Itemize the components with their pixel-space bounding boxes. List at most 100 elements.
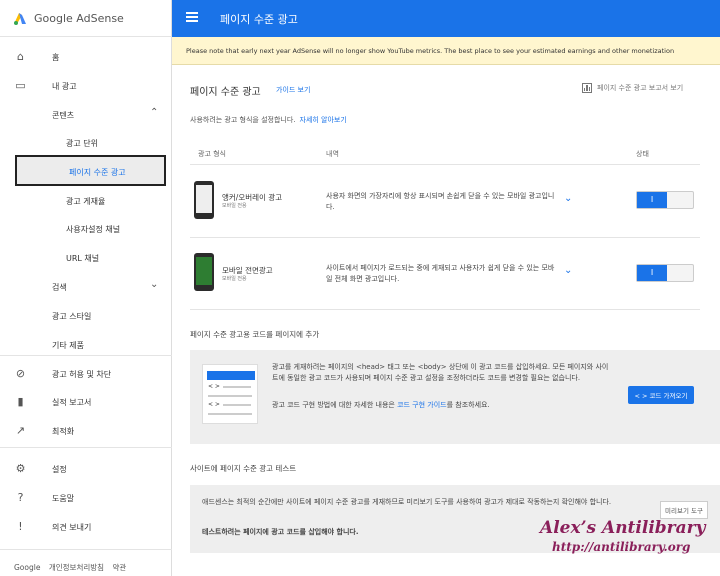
sidebar-footer: Google 개인정보처리방침 약관 [14,562,132,573]
illustration-line [208,395,252,397]
sidebar-item-feedback[interactable]: ! 의견 보내기 [0,516,172,536]
section-title: 페이지 수준 광고 [190,87,261,98]
sidebar-item-home[interactable]: ⌂ 홈 [0,46,172,66]
sidebar-item-label: 실적 보고서 [52,398,92,407]
code-guide-text-a: 광고 코드 구현 방법에 대한 자세한 내용은 [272,401,398,409]
sidebar-item-label: 광고 허용 및 차단 [52,370,112,379]
row-description: 사용자 화면의 가장자리에 항상 표시되며 손쉽게 닫을 수 있는 모바일 광고… [326,192,555,211]
expand-chevron-icon[interactable]: ⌄ [564,193,572,204]
chevron-down-icon: ⌄ [150,279,159,290]
sidebar-item-my-ads[interactable]: ▭ 내 광고 [0,75,172,95]
sidebar: Google AdSense ⌂ 홈 ▭ 내 광고 콘텐츠 ⌃ 광고 단위 페이… [0,0,172,576]
section-subtitle: 사용하려는 광고 형식을 설정합니다. 자세히 알아보기 [190,115,347,125]
sidebar-item-label: 설정 [52,465,67,474]
illustration-line [223,386,251,388]
code-guide-text-b: 를 참조하세요. [446,401,490,409]
home-icon: ⌂ [17,50,24,63]
get-code-button-label: < > 코드 가져오기 [634,392,688,400]
test-section-heading: 사이트에 페이지 수준 광고 테스트 [190,464,297,473]
anchor-ad-toggle[interactable]: I [636,191,694,209]
notice-text: Please note that early next year AdSense… [186,47,675,55]
illustration-line [208,413,252,415]
table-divider [190,164,700,165]
adsense-logo[interactable]: Google AdSense [12,8,124,28]
expand-chevron-icon[interactable]: ⌄ [564,265,572,276]
ad-units-icon: ▭ [15,79,26,92]
chevron-up-icon: ⌃ [150,107,159,118]
logo-text: Google AdSense [34,11,124,25]
table-divider [190,237,700,238]
sidebar-item-other-products[interactable]: 기타 제품 [0,334,172,354]
block-icon: ⊘ [15,367,26,380]
sidebar-item-custom-channels[interactable]: 사용자설정 채널 [0,218,172,238]
sidebar-item-reports[interactable]: ▮ 실적 보고서 [0,391,172,411]
bar-chart-icon: ▮ [17,395,24,408]
sidebar-item-help[interactable]: ? 도움말 [0,487,172,507]
code-guide-text: 광고 코드 구현 방법에 대한 자세한 내용은 코드 구현 가이드를 참조하세요… [272,400,612,411]
sidebar-item-label: 사용자설정 채널 [66,225,121,234]
watermark-url: http://antilibrary.org [552,540,691,554]
help-icon: ? [17,491,24,504]
adsense-logo-icon [14,13,26,25]
sidebar-divider [0,36,172,37]
code-illustration: < > < > [202,364,258,424]
sidebar-item-search[interactable]: 검색 ⌄ [0,276,172,296]
sidebar-item-settings[interactable]: ⚙ 설정 [0,458,172,478]
watermark: Alex’s Antilibrary http://antilibrary.or… [540,518,705,554]
sidebar-item-allow-block[interactable]: ⊘ 광고 허용 및 차단 [0,363,172,383]
footer-google: Google [14,563,41,572]
preview-tool-button[interactable]: 미리보기 도구 [660,501,708,519]
page-title: 페이지 수준 광고 [220,13,298,26]
column-header-status: 상태 [636,150,649,158]
sidebar-item-label: URL 채널 [66,254,100,263]
row-description: 사이트에서 페이지가 로드되는 중에 게재되고 사용자가 쉽게 닫을 수 있는 … [326,264,555,283]
subtitle-text: 사용하려는 광고 형식을 설정합니다. [190,116,296,124]
sidebar-item-ad-style[interactable]: 광고 스타일 [0,305,172,325]
sidebar-divider [0,549,172,550]
sidebar-divider [0,447,172,448]
report-link[interactable]: 페이지 수준 광고 보고서 보기 [582,83,683,93]
table-divider [190,309,700,310]
footer-terms-link[interactable]: 약관 [112,563,126,572]
notice-banner: Please note that early next year AdSense… [172,37,720,65]
sidebar-item-label: 의견 보내기 [52,523,92,532]
main-content: 페이지 수준 광고 가이드 보기 페이지 수준 광고 보고서 보기 사용하려는 … [172,65,720,576]
report-icon [582,83,592,93]
gear-icon: ⚙ [15,462,26,475]
report-link-label: 페이지 수준 광고 보고서 보기 [597,84,684,92]
top-app-bar: 페이지 수준 광고 [172,0,720,37]
code-guide-link[interactable]: 코드 구현 가이드 [397,401,447,409]
sidebar-item-label: 광고 스타일 [52,312,92,321]
sidebar-item-label: 광고 단위 [66,139,98,148]
sidebar-item-label: 콘텐츠 [52,111,75,120]
row-subtitle: 모바일 전용 [222,276,247,282]
footer-privacy-link[interactable]: 개인정보처리방침 [49,563,104,572]
code-section-heading: 페이지 수준 광고용 코드를 페이지에 추가 [190,330,320,339]
illustration-banner [207,371,255,380]
row-subtitle: 모바일 전용 [222,203,247,209]
sidebar-item-label: 광고 게재율 [66,197,106,206]
sidebar-item-label: 홈 [52,53,60,62]
test-instructions: 애드센스는 최적의 순간에만 사이트에 페이지 수준 광고를 게재하므로 미리보… [202,498,612,506]
vignette-ad-phone-icon [194,253,214,291]
sidebar-item-label: 기타 제품 [52,341,84,350]
column-header-detail: 내역 [326,150,339,158]
learn-more-link[interactable]: 자세히 알아보기 [300,116,347,124]
vignette-ad-toggle[interactable]: I [636,264,694,282]
sidebar-item-content[interactable]: 콘텐츠 ⌃ [0,104,172,124]
guide-link[interactable]: 가이드 보기 [276,85,310,95]
sidebar-item-ad-balance[interactable]: 광고 게재율 [0,190,172,210]
menu-icon[interactable] [186,12,198,22]
feedback-icon: ! [18,520,23,533]
sidebar-divider [0,355,172,356]
anchor-ad-phone-icon [194,181,214,219]
preview-tool-button-label: 미리보기 도구 [665,507,703,515]
toggle-on: I [637,192,667,208]
column-header-format: 광고 형식 [198,150,226,158]
sidebar-item-label: 페이지 수준 광고 [69,168,126,177]
get-code-button[interactable]: < > 코드 가져오기 [628,386,694,404]
sidebar-item-url-channels[interactable]: URL 채널 [0,247,172,267]
sidebar-item-page-level-ads[interactable]: 페이지 수준 광고 [15,155,166,186]
sidebar-item-ad-units[interactable]: 광고 단위 [0,132,172,152]
sidebar-item-optimization[interactable]: ↗ 최적화 [0,420,172,440]
